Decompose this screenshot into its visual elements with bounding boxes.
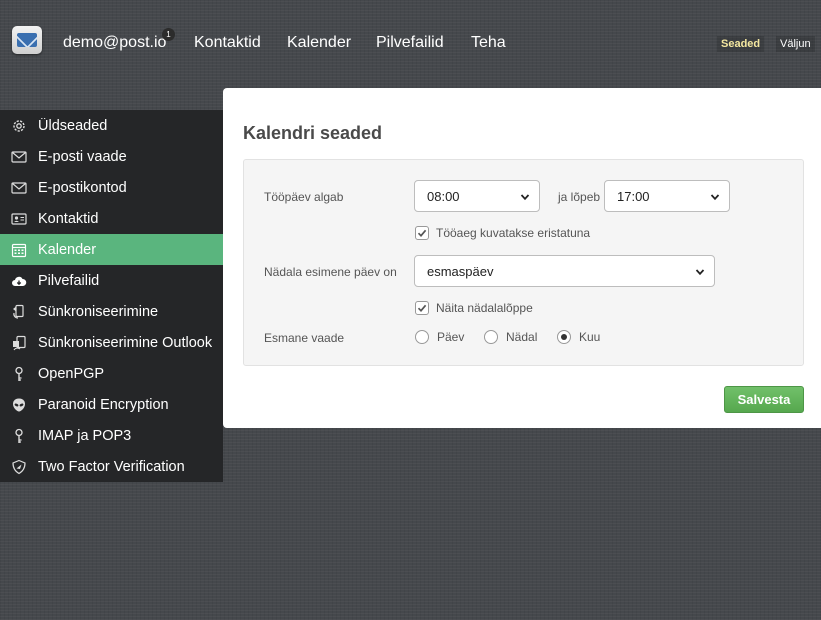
checkbox-checked-icon bbox=[415, 226, 429, 240]
week-start-label: Nädala esimene päev on bbox=[264, 265, 397, 279]
sidebar-item-openpgp[interactable]: OpenPGP bbox=[0, 358, 223, 389]
nav-tasks[interactable]: Teha bbox=[471, 34, 506, 52]
sidebar-item-general[interactable]: Üldseaded bbox=[0, 110, 223, 141]
chevron-down-icon bbox=[710, 194, 720, 201]
shield-icon bbox=[0, 459, 38, 475]
sidebar-item-label: E-posti vaade bbox=[38, 148, 127, 165]
nav-files[interactable]: Pilvefailid bbox=[376, 34, 444, 52]
calendar-settings-panel: Kalendri seaded Tööpäev algab 08:00 ja l… bbox=[223, 88, 821, 428]
default-view-label: Esmane vaade bbox=[264, 331, 345, 345]
outlook-sync-icon bbox=[0, 335, 38, 351]
settings-link[interactable]: Seaded bbox=[717, 36, 765, 52]
sidebar-item-label: IMAP ja POP3 bbox=[38, 427, 132, 444]
sidebar-item-sync-outlook[interactable]: Sünkroniseerimine Outlook bbox=[0, 327, 223, 358]
highlight-worktime-label: Tööaeg kuvatakse eristatuna bbox=[436, 226, 591, 240]
radio-unchecked-icon bbox=[415, 330, 429, 344]
workday-start-select[interactable]: 08:00 bbox=[414, 180, 540, 212]
gear-icon bbox=[0, 118, 38, 134]
sidebar-item-sync[interactable]: Sünkroniseerimine bbox=[0, 296, 223, 327]
sidebar-item-label: Paranoid Encryption bbox=[38, 396, 169, 413]
radio-checked-icon bbox=[557, 330, 571, 344]
workday-end-value: 17:00 bbox=[617, 188, 650, 204]
mail-logo-icon[interactable] bbox=[12, 26, 42, 54]
sidebar-item-label: Üldseaded bbox=[38, 117, 108, 134]
settings-sidebar: Üldseaded E-posti vaade E-postikontod Ko… bbox=[0, 110, 223, 482]
unread-badge: 1 bbox=[162, 28, 175, 41]
sidebar-item-label: OpenPGP bbox=[38, 365, 105, 382]
workday-end-label: ja lõpeb bbox=[558, 190, 601, 204]
view-month-label: Kuu bbox=[579, 330, 601, 344]
sidebar-item-label: Sünkroniseerimine Outlook bbox=[38, 334, 213, 351]
top-bar: demo@post.io 1 Kontaktid Kalender Pilvef… bbox=[0, 0, 821, 88]
view-month-radio[interactable]: Kuu bbox=[557, 330, 600, 344]
chevron-down-icon bbox=[695, 269, 705, 276]
nav-contacts[interactable]: Kontaktid bbox=[194, 34, 261, 52]
nav-calendar[interactable]: Kalender bbox=[287, 34, 351, 52]
cloud-download-icon bbox=[0, 273, 38, 289]
show-weekends-checkbox[interactable]: Näita nädalalõppe bbox=[415, 301, 533, 315]
sidebar-item-label: Kalender bbox=[38, 241, 97, 258]
nav-account[interactable]: demo@post.io bbox=[63, 34, 166, 52]
contact-card-icon bbox=[0, 211, 38, 227]
sidebar-item-mail-accounts[interactable]: E-postikontod bbox=[0, 172, 223, 203]
sidebar-item-label: Kontaktid bbox=[38, 210, 99, 227]
sidebar-item-label: Sünkroniseerimine bbox=[38, 303, 159, 320]
sync-icon bbox=[0, 304, 38, 320]
sidebar-item-label: Two Factor Verification bbox=[38, 458, 185, 475]
view-day-radio[interactable]: Päev bbox=[415, 330, 464, 344]
workday-start-label: Tööpäev algab bbox=[264, 190, 344, 204]
key-icon bbox=[0, 428, 38, 444]
sidebar-item-cloud-files[interactable]: Pilvefailid bbox=[0, 265, 223, 296]
sidebar-item-contacts[interactable]: Kontaktid bbox=[0, 203, 223, 234]
sidebar-item-label: E-postikontod bbox=[38, 179, 127, 196]
save-button[interactable]: Salvesta bbox=[724, 386, 804, 413]
sidebar-item-label: Pilvefailid bbox=[38, 272, 100, 289]
sidebar-item-two-factor[interactable]: Two Factor Verification bbox=[0, 451, 223, 482]
sidebar-item-imap-pop3[interactable]: IMAP ja POP3 bbox=[0, 420, 223, 451]
sidebar-item-calendar[interactable]: Kalender bbox=[0, 234, 223, 265]
view-week-label: Nädal bbox=[506, 330, 538, 344]
page-title: Kalendri seaded bbox=[243, 123, 383, 143]
sidebar-item-mail-view[interactable]: E-posti vaade bbox=[0, 141, 223, 172]
alien-icon bbox=[0, 397, 38, 413]
radio-unchecked-icon bbox=[484, 330, 498, 344]
week-start-value: esmaspäev bbox=[427, 263, 494, 279]
checkbox-checked-icon bbox=[415, 301, 429, 315]
workday-start-value: 08:00 bbox=[427, 188, 460, 204]
envelope-icon bbox=[0, 180, 38, 196]
key-icon bbox=[0, 366, 38, 382]
week-start-select[interactable]: esmaspäev bbox=[414, 255, 715, 287]
view-day-label: Päev bbox=[437, 330, 465, 344]
workday-end-select[interactable]: 17:00 bbox=[604, 180, 730, 212]
highlight-worktime-checkbox[interactable]: Tööaeg kuvatakse eristatuna bbox=[415, 226, 590, 240]
view-week-radio[interactable]: Nädal bbox=[484, 330, 537, 344]
sidebar-item-paranoid-encryption[interactable]: Paranoid Encryption bbox=[0, 389, 223, 420]
logout-link[interactable]: Väljun bbox=[776, 36, 815, 52]
chevron-down-icon bbox=[520, 194, 530, 201]
calendar-icon bbox=[0, 242, 38, 258]
settings-form: Tööpäev algab 08:00 ja lõpeb 17:00 Tööae… bbox=[243, 159, 804, 366]
envelope-icon bbox=[0, 149, 38, 165]
show-weekends-label: Näita nädalalõppe bbox=[436, 301, 533, 315]
